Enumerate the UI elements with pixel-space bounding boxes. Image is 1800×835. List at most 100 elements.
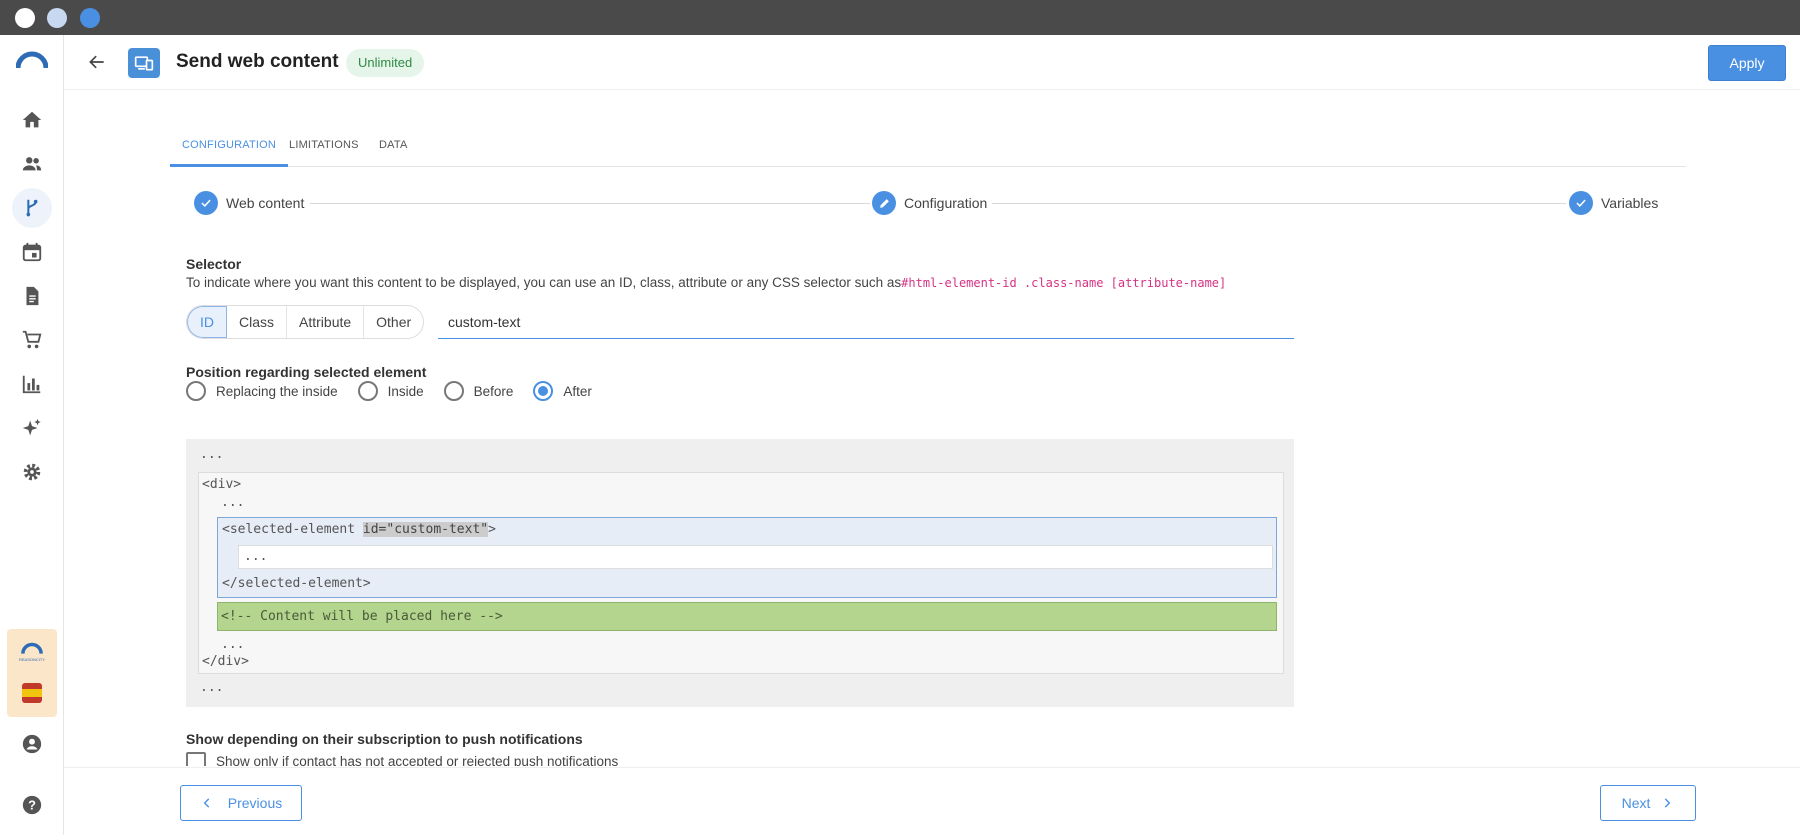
back-button[interactable] [82,47,112,77]
code-ellipsis: ... [200,680,224,695]
tab-configuration[interactable]: CONFIGURATION [170,130,289,167]
sidebar-item-help[interactable]: ? [12,785,52,825]
code-placeholder-comment: <!-- Content will be placed here --> [221,609,503,624]
check-icon [194,191,218,215]
radio-replacing-inside[interactable]: Replacing the inside [186,381,338,401]
tab-limitations[interactable]: LIMITATIONS [277,130,371,167]
page-title: Send web content [176,51,339,72]
radio-circle[interactable] [533,381,554,401]
code-id-attr: id="custom-text" [362,522,489,537]
flag-icon [22,683,42,703]
previous-button[interactable]: Previous [180,785,302,821]
page-header: Send web content Unlimited Apply [64,35,1800,90]
tab-bar: CONFIGURATION LIMITATIONS DATA [170,130,1686,167]
radio-label: After [563,383,592,399]
radio-circle[interactable] [186,381,206,401]
document-icon [26,286,39,306]
code-ellipsis: ... [221,495,245,510]
devices-icon [134,56,154,71]
code-div-open: <div> [202,477,242,492]
sidebar-item-documents[interactable] [12,276,52,316]
account-icon [22,734,42,754]
arrow-left-icon [89,55,104,69]
window-titlebar [0,0,1800,35]
step-label: Web content [226,195,305,211]
radio-label: Replacing the inside [216,383,338,399]
radio-label: Before [473,383,514,399]
chevron-right-icon [1665,798,1671,808]
radio-after[interactable]: After [533,381,592,401]
radio-circle[interactable] [357,381,378,401]
gear-icon [23,463,41,481]
sidebar: REASONCITY ? [0,35,64,835]
code-bracket: > [488,522,496,537]
code-ellipsis: ... [244,549,268,564]
radio-inside[interactable]: Inside [357,381,424,401]
pencil-icon [872,191,896,215]
close-window-dot[interactable] [15,8,35,28]
code-inner-content: ... [238,545,1273,569]
selector-type-toggle: ID Class Attribute Other [186,305,425,339]
selector-type-id[interactable]: ID [187,306,227,338]
code-div-block: <div> ... <selected-element id="custom-t… [198,472,1284,674]
selector-example: #html-element-id .class-name [attribute-… [901,276,1227,290]
sidebar-item-scenarios[interactable] [12,188,52,228]
step-connector [992,203,1566,204]
next-button[interactable]: Next [1600,785,1696,821]
push-option-row[interactable]: Show only if contact has not accepted or… [186,752,1706,766]
sidebar-item-settings[interactable] [12,452,52,492]
promo-logo-icon [21,642,43,654]
code-ellipsis: ... [200,447,224,462]
chevron-left-icon [203,798,210,808]
help-icon: ? [22,795,42,815]
page-footer: Previous Next [64,767,1800,835]
selector-type-other[interactable]: Other [364,306,423,338]
apply-button[interactable]: Apply [1708,45,1786,81]
sidebar-item-contacts[interactable] [12,144,52,184]
maximize-window-dot[interactable] [80,8,100,28]
position-radio-group: Replacing the inside Inside Before After [186,380,612,402]
sidebar-item-shop[interactable] [12,320,52,360]
chart-icon [22,375,41,394]
code-tag: <selected-element [222,522,363,537]
code-selected-close: </selected-element> [222,576,371,591]
workflow-icon [26,199,38,217]
step-label: Variables [1601,195,1659,211]
calendar-icon [22,242,42,262]
promo-widget[interactable]: REASONCITY [7,629,57,717]
home-icon [22,111,42,128]
push-option-label: Show only if contact has not accepted or… [216,754,619,766]
cart-icon [22,330,42,349]
sidebar-item-account[interactable] [12,724,52,764]
check-icon [1569,191,1593,215]
selector-description-text: To indicate where you want this content … [186,275,902,290]
code-selected-element: <selected-element id="custom-text"> ... … [217,517,1277,598]
radio-circle[interactable] [443,381,464,401]
logo-icon [16,51,48,69]
web-content-app-icon [128,48,160,78]
status-badge: Unlimited [346,49,425,77]
selector-type-class[interactable]: Class [227,306,288,338]
push-checkbox[interactable] [186,752,206,766]
promo-logo-text: REASONCITY [18,657,45,662]
next-label: Next [1621,795,1651,811]
content-placeholder: <!-- Content will be placed here --> [217,602,1277,631]
selector-description: To indicate where you want this content … [186,275,1226,290]
sidebar-item-statistics[interactable] [12,364,52,404]
code-ellipsis: ... [221,637,245,652]
selector-input[interactable] [438,305,1294,339]
radio-before[interactable]: Before [443,381,514,401]
step-variables[interactable]: Variables [1569,191,1658,215]
push-section-title: Show depending on their subscription to … [186,731,583,747]
selector-type-attribute[interactable]: Attribute [287,306,365,338]
minimize-window-dot[interactable] [47,8,67,28]
selector-title: Selector [186,256,242,272]
step-web-content[interactable]: Web content [194,191,304,215]
sidebar-item-ai[interactable] [12,408,52,448]
sidebar-item-home[interactable] [12,100,52,140]
step-connector [310,203,870,204]
tab-data[interactable]: DATA [367,130,420,167]
sidebar-item-calendar[interactable] [12,232,52,272]
step-configuration[interactable]: Configuration [872,191,987,215]
app-logo[interactable] [12,40,52,80]
